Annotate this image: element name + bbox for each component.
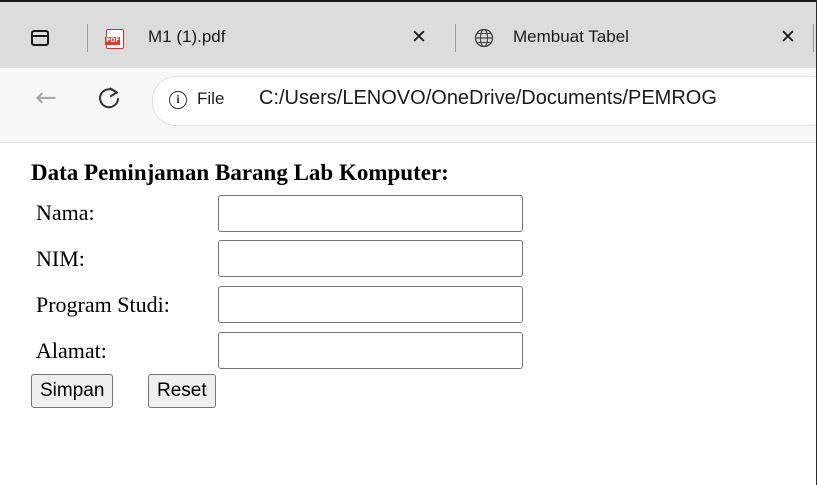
tab-title-pdf: M1 (1).pdf	[148, 27, 226, 46]
alamat-label: Alamat:	[36, 338, 107, 363]
nama-label: Nama:	[36, 200, 95, 225]
info-icon[interactable]: i	[169, 91, 187, 109]
tab-actions-icon[interactable]	[31, 30, 49, 46]
nim-input[interactable]	[218, 240, 523, 277]
page-content: Data Peminjaman Barang Lab Komputer: Nam…	[0, 143, 816, 485]
refresh-icon[interactable]	[96, 84, 122, 112]
form-title: Data Peminjaman Barang Lab Komputer:	[31, 160, 449, 185]
tab-divider	[813, 24, 814, 52]
tab-close-icon[interactable]: ✕	[775, 24, 801, 50]
site-info-label[interactable]: File	[197, 89, 224, 109]
browser-toolbar: ← i File C:/Users/LENOVO/OneDrive/Docume…	[0, 68, 817, 142]
tab-divider	[87, 24, 88, 52]
reset-button[interactable]: Reset	[148, 374, 216, 408]
url-text[interactable]: C:/Users/LENOVO/OneDrive/Documents/PEMRO…	[259, 87, 717, 110]
tab-divider	[455, 24, 456, 52]
tab-title-membuat-tabel: Membuat Tabel	[513, 27, 629, 46]
globe-icon	[474, 28, 494, 48]
browser-window: PDF M1 (1).pdf ✕ Membuat Tabel ✕ ← i Fil…	[0, 0, 817, 485]
program-studi-label: Program Studi:	[36, 292, 170, 317]
simpan-button[interactable]: Simpan	[31, 374, 114, 408]
back-arrow-icon[interactable]: ←	[33, 85, 59, 111]
tab-close-icon[interactable]: ✕	[406, 24, 432, 50]
nim-label: NIM:	[36, 246, 85, 271]
alamat-input[interactable]	[218, 332, 523, 369]
program-studi-input[interactable]	[218, 286, 523, 323]
nama-input[interactable]	[218, 195, 523, 232]
pdf-file-icon: PDF	[105, 29, 124, 49]
tab-strip: PDF M1 (1).pdf ✕ Membuat Tabel ✕	[0, 2, 816, 68]
